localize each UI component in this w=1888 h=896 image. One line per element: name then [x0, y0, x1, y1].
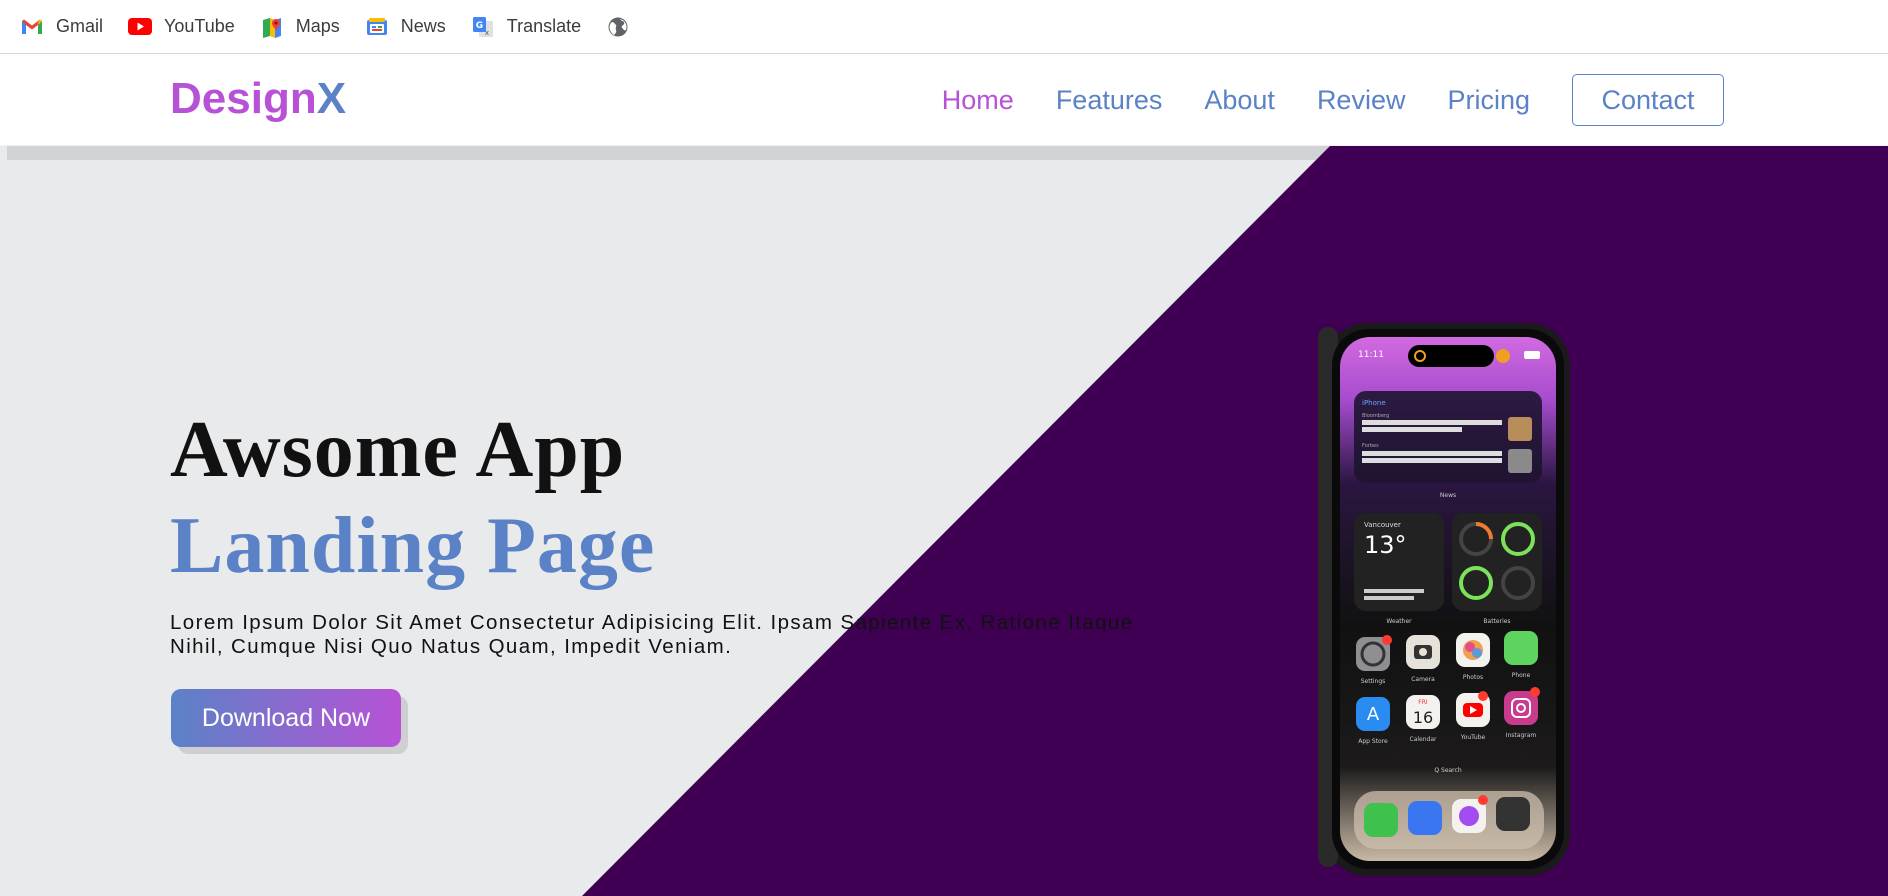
phone-time: 11:11: [1358, 350, 1384, 360]
phone-weather-temp: 13°: [1364, 531, 1407, 559]
svg-text:A: A: [1367, 704, 1380, 725]
nav-features[interactable]: Features: [1056, 85, 1163, 116]
nav-about[interactable]: About: [1204, 85, 1275, 116]
hero-section: Awsome App Landing Page Lorem Ipsum Dolo…: [0, 146, 1888, 896]
logo-part-x: X: [316, 74, 347, 123]
gmail-icon: [20, 15, 44, 39]
svg-text:G: G: [476, 21, 483, 31]
svg-text:Weather: Weather: [1386, 618, 1412, 625]
svg-text:Photos: Photos: [1463, 674, 1483, 681]
bookmark-youtube[interactable]: YouTube: [128, 15, 235, 39]
nav-pricing[interactable]: Pricing: [1447, 85, 1530, 116]
svg-text:Bloomberg: Bloomberg: [1362, 413, 1389, 419]
bookmark-label: Maps: [295, 16, 340, 36]
bookmark-translate[interactable]: G x Translate: [471, 15, 581, 39]
bookmark-gmail[interactable]: Gmail: [20, 15, 103, 39]
svg-text:Batteries: Batteries: [1483, 618, 1510, 625]
phone-mockup-image: 11:11 iPhone Bloomberg Forbes News Vanco…: [1318, 323, 1570, 876]
download-now-button[interactable]: Download Now: [171, 689, 401, 747]
phone-weather-city: Vancouver: [1364, 521, 1401, 529]
svg-text:News: News: [1440, 492, 1456, 499]
maps-icon: [260, 15, 284, 39]
bookmark-label: YouTube: [164, 16, 235, 36]
main-nav: Home Features About Review Pricing Conta…: [900, 55, 1888, 145]
globe-icon: [606, 15, 630, 39]
bookmark-maps[interactable]: Maps: [260, 15, 340, 39]
contact-button[interactable]: Contact: [1572, 74, 1724, 126]
svg-text:x: x: [485, 29, 489, 37]
site-navbar: DesignX Home Features About Review Prici…: [0, 55, 1888, 145]
bookmark-label: Gmail: [56, 16, 104, 36]
hero-title-line2: Landing Page: [170, 502, 656, 590]
bookmark-label: News: [400, 16, 446, 36]
phone-calendar-day: 16: [1413, 708, 1433, 727]
bookmark-news[interactable]: News: [365, 15, 446, 39]
logo-part-design: Design: [170, 74, 317, 123]
svg-text:Camera: Camera: [1411, 676, 1435, 683]
hero-description: Lorem Ipsum Dolor Sit Amet Consectetur A…: [170, 611, 1134, 658]
bookmark-globe[interactable]: [606, 15, 642, 39]
svg-text:App Store: App Store: [1358, 738, 1388, 745]
bookmark-label: Translate: [506, 16, 582, 36]
youtube-icon: [128, 15, 153, 39]
bookmarks-bar: Gmail YouTube Maps News G x Translate: [0, 0, 1888, 54]
svg-text:Forbes: Forbes: [1362, 443, 1379, 449]
svg-text:Q Search: Q Search: [1434, 767, 1461, 774]
brand-logo[interactable]: DesignX: [170, 77, 346, 121]
news-icon: [365, 15, 389, 39]
svg-text:Instagram: Instagram: [1506, 732, 1537, 739]
hero-title-line1: Awsome App: [170, 406, 626, 494]
svg-text:Calendar: Calendar: [1410, 736, 1438, 743]
svg-text:Phone: Phone: [1512, 672, 1531, 679]
translate-icon: G x: [471, 15, 495, 39]
phone-news-header: iPhone: [1362, 399, 1386, 407]
nav-home[interactable]: Home: [942, 85, 1014, 116]
svg-text:FRI: FRI: [1418, 699, 1428, 706]
svg-text:Settings: Settings: [1361, 678, 1386, 685]
nav-review[interactable]: Review: [1317, 85, 1406, 116]
svg-text:YouTube: YouTube: [1460, 734, 1486, 741]
